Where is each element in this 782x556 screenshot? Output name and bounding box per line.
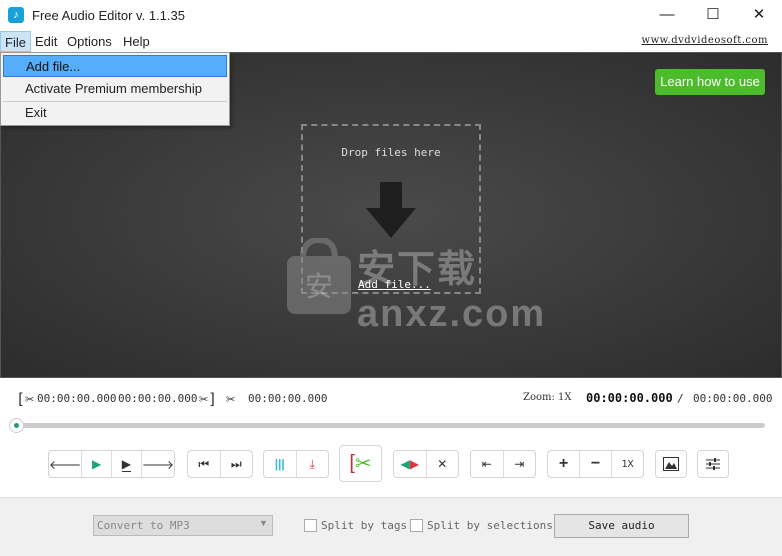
minimize-button[interactable]: — [644,0,690,30]
window-title: Free Audio Editor v. 1.1.35 [32,8,185,23]
skip-group: ⏮ ⏭ [187,450,253,478]
menu-item-exit[interactable]: Exit [3,102,227,124]
zoom-reset-button[interactable]: 1X [612,451,643,477]
position-slider[interactable] [16,423,765,428]
selection-end-time: 00:00:00.000 [118,392,198,405]
split-selections-checkbox[interactable] [410,519,423,532]
menu-item-activate-premium[interactable]: Activate Premium membership [3,78,227,100]
split-tags-label: Split by tags [321,519,408,532]
jump-end-button[interactable]: ⇥ [504,451,536,477]
playback-group: 🡐 ▶ ▶ 🡒 [48,450,175,478]
sliders-icon [706,458,720,470]
trim-group: ◀ ▶ ✕ [393,450,459,478]
step-back-button[interactable]: 🡐 [49,451,83,477]
selection-length-icon: ✂ [226,390,236,408]
zoom-out-button[interactable]: − [580,451,612,477]
zoom-label: Zoom: 1X [523,392,572,403]
cut-group: [✂ [339,445,382,482]
save-audio-button[interactable]: Save audio [554,514,689,538]
skip-start-button[interactable]: ⏮ [188,451,221,477]
image-icon [663,457,679,471]
menu-edit[interactable]: Edit [31,31,61,52]
markers-icon[interactable]: ||| [264,451,297,477]
selection-end-icon[interactable]: ✂] [199,390,217,408]
add-file-link[interactable]: Add file... [358,278,431,291]
insert-marker-button[interactable]: ⤓ [297,451,329,477]
jump-start-button[interactable]: ⇤ [471,451,504,477]
step-forward-button[interactable]: 🡒 [142,451,174,477]
selection-length-time: 00:00:00.000 [248,392,328,405]
time-separator: / [677,392,684,405]
current-time: 00:00:00.000 [586,391,673,405]
total-time: 00:00:00.000 [693,392,773,405]
maximize-button[interactable]: ☐ [690,0,736,30]
menu-help[interactable]: Help [119,31,154,52]
menu-file[interactable]: File [0,31,31,52]
image-group [655,450,687,478]
split-selections-label: Split by selections [427,519,553,532]
split-button[interactable]: ◀ ▶ [394,451,427,477]
selection-start-time: 00:00:00.000 [37,392,117,405]
learn-how-button[interactable]: Learn how to use [655,69,765,95]
chevron-down-icon: ▼ [259,518,268,528]
marker-group: ||| ⤓ [263,450,329,478]
equalizer-settings-button[interactable] [698,451,728,477]
split-tags-checkbox[interactable] [304,519,317,532]
skip-end-button[interactable]: ⏭ [221,451,253,477]
play-selection-button[interactable]: ▶ [112,451,142,477]
image-button[interactable] [656,451,686,477]
drop-text: Drop files here [341,146,441,159]
jump-group: ⇤ ⇥ [470,450,536,478]
slider-handle[interactable] [9,418,24,433]
selection-start-icon[interactable]: [✂ [16,390,34,408]
svg-text:安: 安 [305,271,333,302]
down-arrow-icon [366,182,416,238]
zoom-in-button[interactable]: + [548,451,580,477]
website-link[interactable]: www.dvdvideosoft.com [642,35,768,46]
settings-group [697,450,729,478]
delete-selection-button[interactable]: ✕ [427,451,459,477]
app-icon: ♪ [8,7,24,23]
file-menu-dropdown: Add file... Activate Premium membership … [0,52,230,126]
close-button[interactable]: ✕ [736,0,782,30]
format-select[interactable]: Convert to MP3 [93,515,273,536]
zoom-group: + − 1X [547,450,644,478]
menu-item-add-file[interactable]: Add file... [3,55,227,77]
cut-scissors-button[interactable]: [✂ [340,446,381,481]
menu-options[interactable]: Options [63,31,116,52]
play-button[interactable]: ▶ [82,451,112,477]
